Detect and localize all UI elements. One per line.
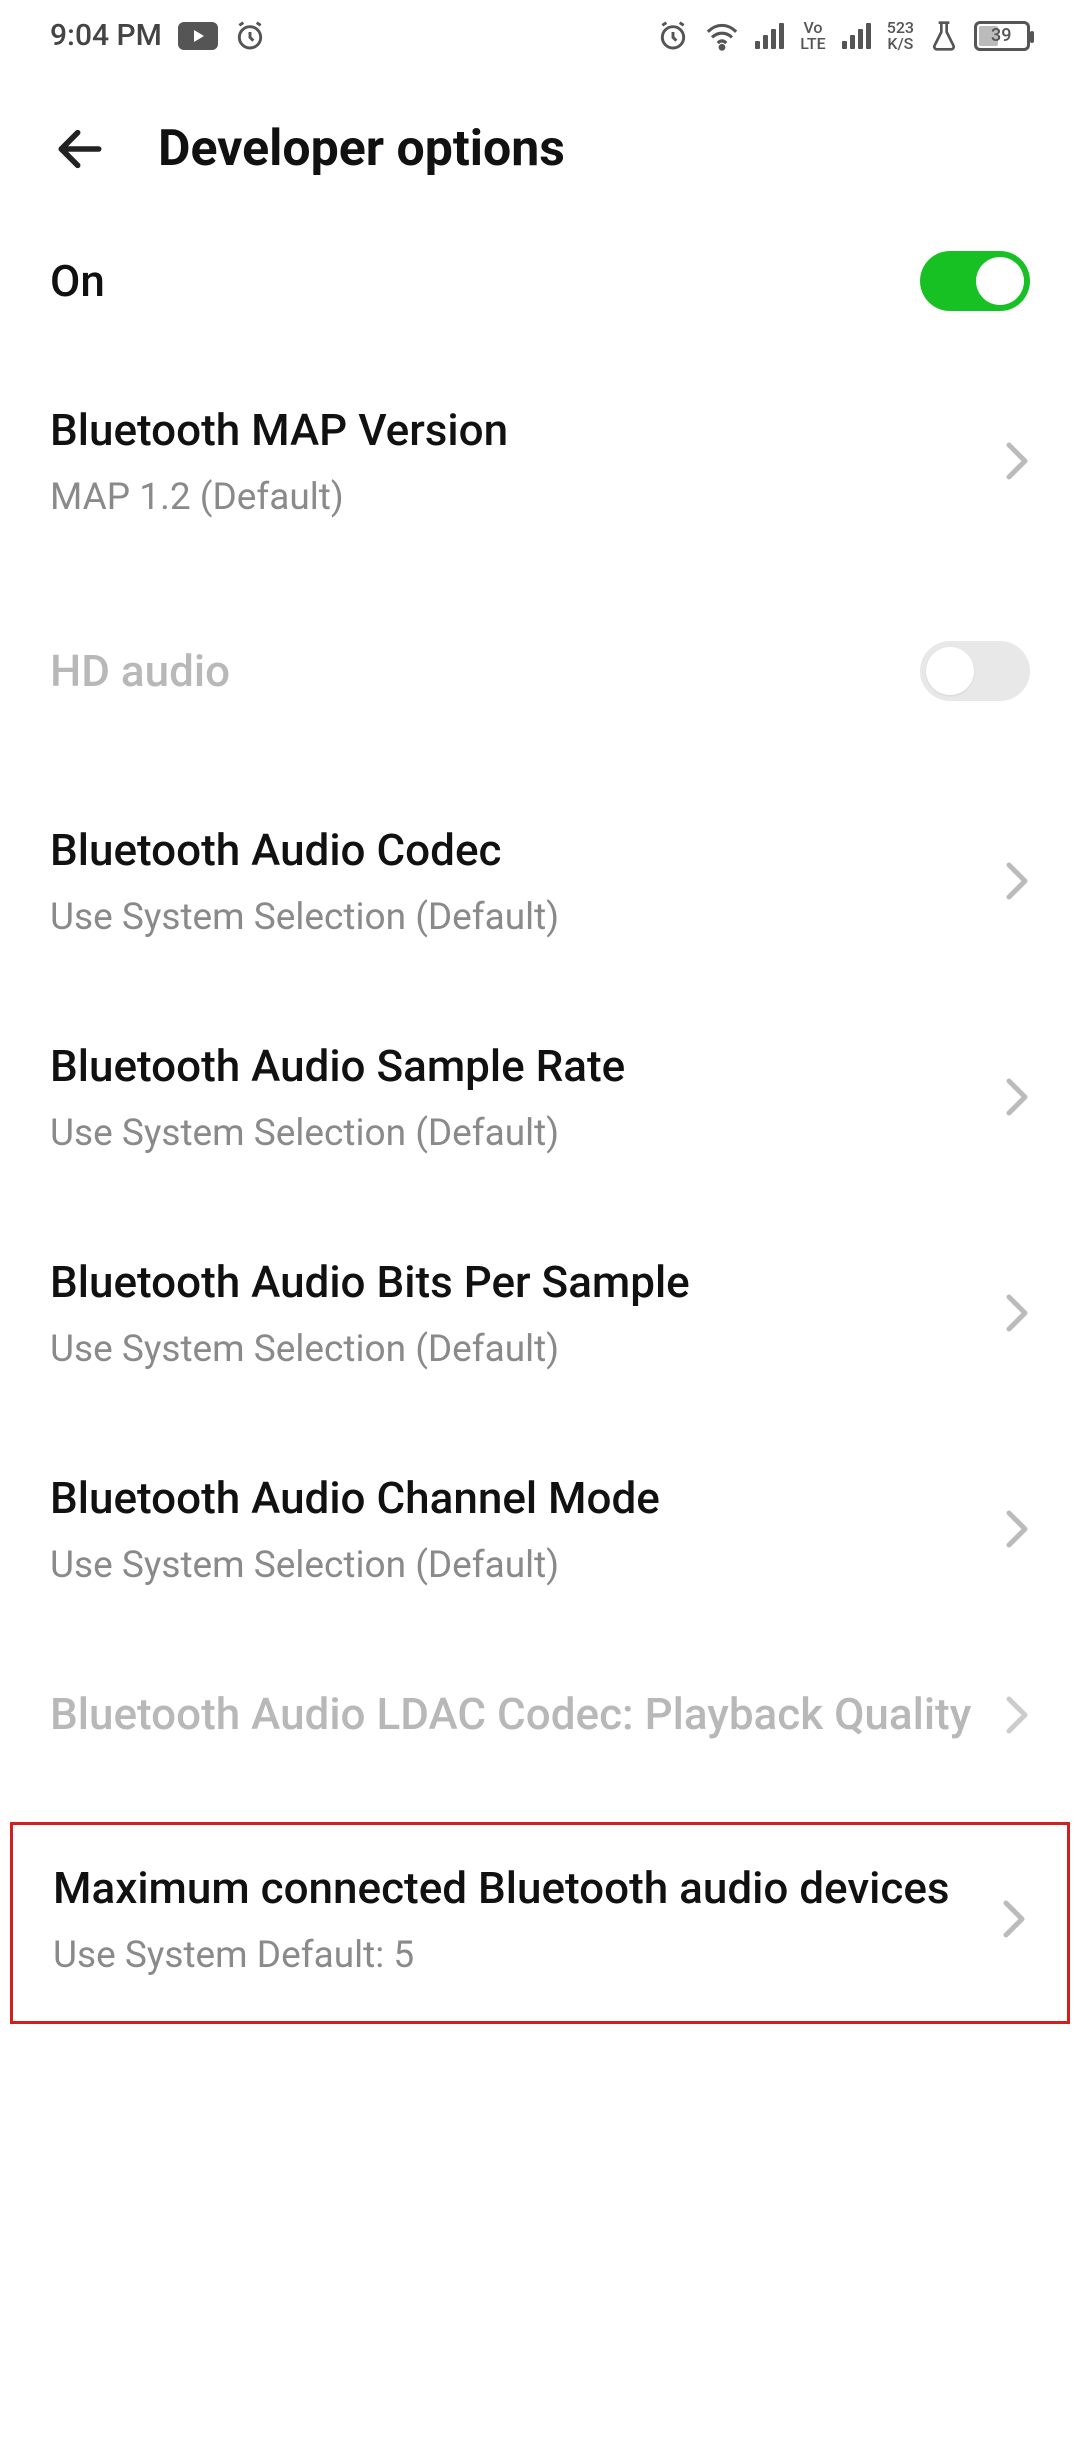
row-title: Bluetooth Audio Sample Rate [50, 1039, 984, 1094]
bluetooth-bits-per-sample-row[interactable]: Bluetooth Audio Bits Per Sample Use Syst… [50, 1205, 1030, 1421]
row-title: Bluetooth Audio LDAC Codec: Playback Qua… [50, 1687, 984, 1742]
row-title: Bluetooth MAP Version [50, 403, 984, 458]
battery-percent: 39 [991, 25, 1011, 46]
screen-header: Developer options [0, 63, 1080, 209]
clock-icon [657, 20, 689, 52]
volte-label: VoLTE [800, 20, 825, 52]
page-title: Developer options [158, 120, 565, 178]
master-toggle-switch[interactable] [920, 251, 1030, 311]
master-toggle-label: On [50, 254, 900, 309]
chevron-right-icon [1004, 1077, 1030, 1117]
developer-options-master-toggle-row[interactable]: On [50, 209, 1030, 353]
hd-audio-row: HD audio [50, 599, 1030, 743]
row-title: Bluetooth Audio Bits Per Sample [50, 1255, 984, 1310]
signal-bars-2 [842, 23, 871, 49]
status-right: VoLTE 523 K/S 39 [657, 20, 1030, 52]
chevron-right-icon [1004, 1293, 1030, 1333]
bluetooth-ldac-row: Bluetooth Audio LDAC Codec: Playback Qua… [50, 1637, 1030, 1792]
bluetooth-sample-rate-row[interactable]: Bluetooth Audio Sample Rate Use System S… [50, 989, 1030, 1205]
chevron-right-icon [1004, 861, 1030, 901]
row-subtitle: Use System Selection (Default) [50, 1112, 984, 1155]
youtube-icon [178, 22, 218, 50]
net-speed-label: 523 K/S [887, 20, 914, 52]
bluetooth-audio-codec-row[interactable]: Bluetooth Audio Codec Use System Selecti… [50, 773, 1030, 989]
bluetooth-channel-mode-row[interactable]: Bluetooth Audio Channel Mode Use System … [50, 1421, 1030, 1637]
bluetooth-map-version-row[interactable]: Bluetooth MAP Version MAP 1.2 (Default) [50, 353, 1030, 569]
max-bt-devices-row[interactable]: Maximum connected Bluetooth audio device… [53, 1825, 1027, 2021]
row-title: Maximum connected Bluetooth audio device… [53, 1861, 981, 1916]
alarm-icon [234, 20, 266, 52]
row-subtitle: MAP 1.2 (Default) [50, 476, 984, 519]
row-title: HD audio [50, 644, 900, 699]
row-title: Bluetooth Audio Channel Mode [50, 1471, 984, 1526]
status-time: 9:04 PM [50, 18, 162, 53]
status-left: 9:04 PM [50, 18, 266, 53]
row-title: Bluetooth Audio Codec [50, 823, 984, 878]
flask-icon [930, 20, 958, 52]
chevron-right-icon [1004, 1509, 1030, 1549]
chevron-right-icon [1001, 1899, 1027, 1939]
row-subtitle: Use System Selection (Default) [50, 896, 984, 939]
max-bt-devices-highlight: Maximum connected Bluetooth audio device… [10, 1822, 1070, 2024]
status-bar: 9:04 PM VoLTE 523 K/S [0, 0, 1080, 63]
arrow-left-icon [52, 121, 108, 177]
chevron-right-icon [1004, 1695, 1030, 1735]
wifi-icon [705, 21, 739, 51]
battery-icon: 39 [974, 21, 1030, 51]
hd-audio-toggle-switch [920, 641, 1030, 701]
chevron-right-icon [1004, 441, 1030, 481]
back-button[interactable] [50, 119, 110, 179]
row-subtitle: Use System Default: 5 [53, 1934, 981, 1977]
signal-bars-1 [755, 23, 784, 49]
row-subtitle: Use System Selection (Default) [50, 1328, 984, 1371]
row-subtitle: Use System Selection (Default) [50, 1544, 984, 1587]
